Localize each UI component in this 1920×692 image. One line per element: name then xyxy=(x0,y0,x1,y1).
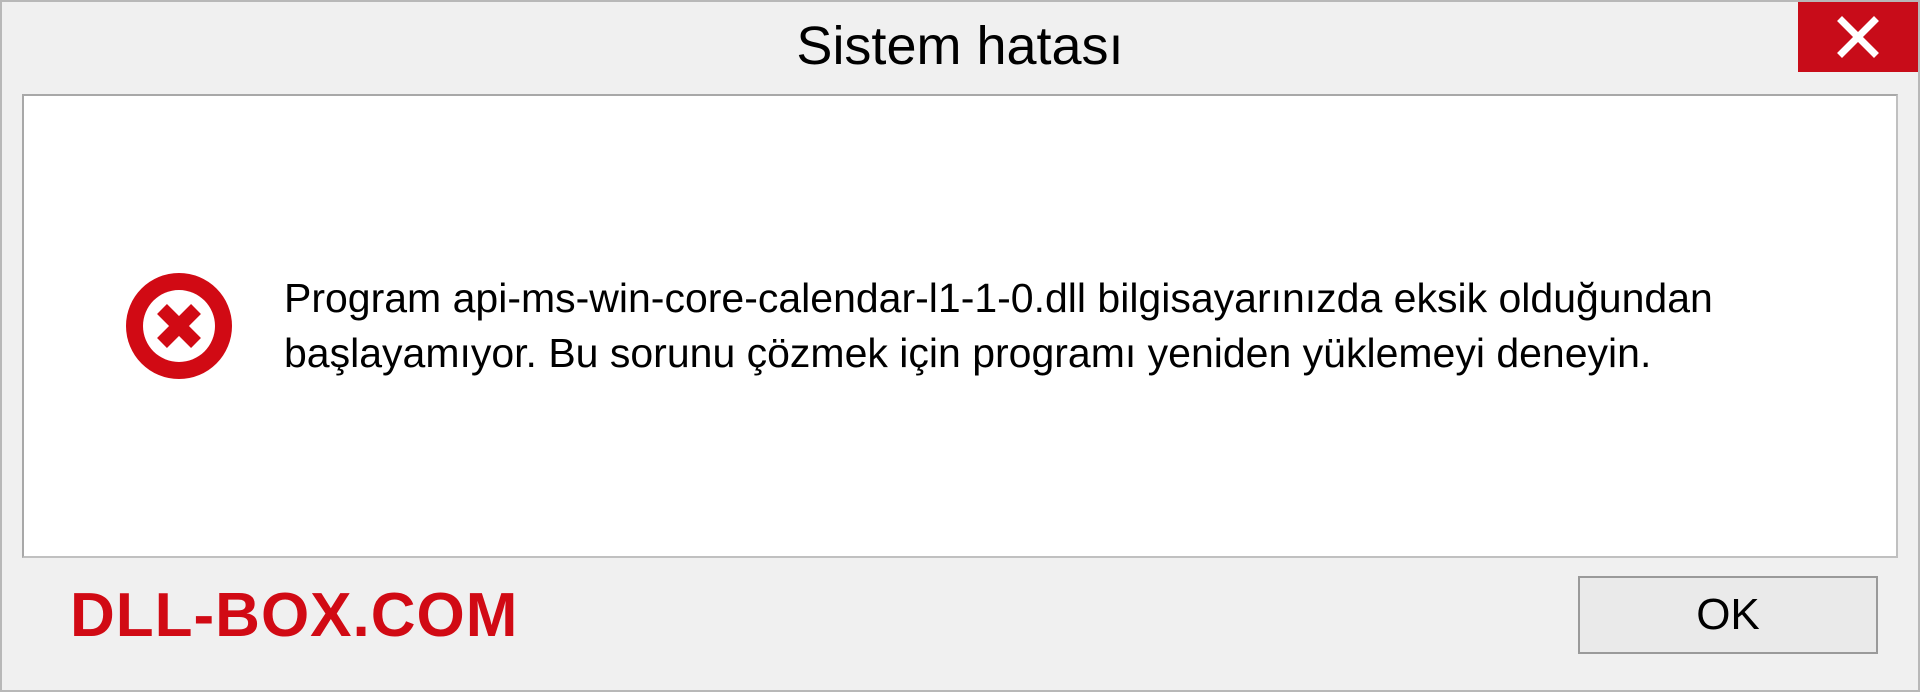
dialog-footer: DLL-BOX.COM OK xyxy=(2,558,1918,690)
ok-button[interactable]: OK xyxy=(1578,576,1878,654)
titlebar: Sistem hatası xyxy=(2,2,1918,90)
error-icon xyxy=(124,271,234,381)
watermark-text: DLL-BOX.COM xyxy=(70,580,518,651)
dialog-title: Sistem hatası xyxy=(796,15,1123,77)
error-dialog: Sistem hatası Program api-ms-win-core-ca… xyxy=(0,0,1920,692)
close-button[interactable] xyxy=(1798,2,1918,72)
close-icon xyxy=(1834,13,1882,61)
dialog-body: Program api-ms-win-core-calendar-l1-1-0.… xyxy=(22,94,1898,558)
error-message: Program api-ms-win-core-calendar-l1-1-0.… xyxy=(284,271,1816,382)
